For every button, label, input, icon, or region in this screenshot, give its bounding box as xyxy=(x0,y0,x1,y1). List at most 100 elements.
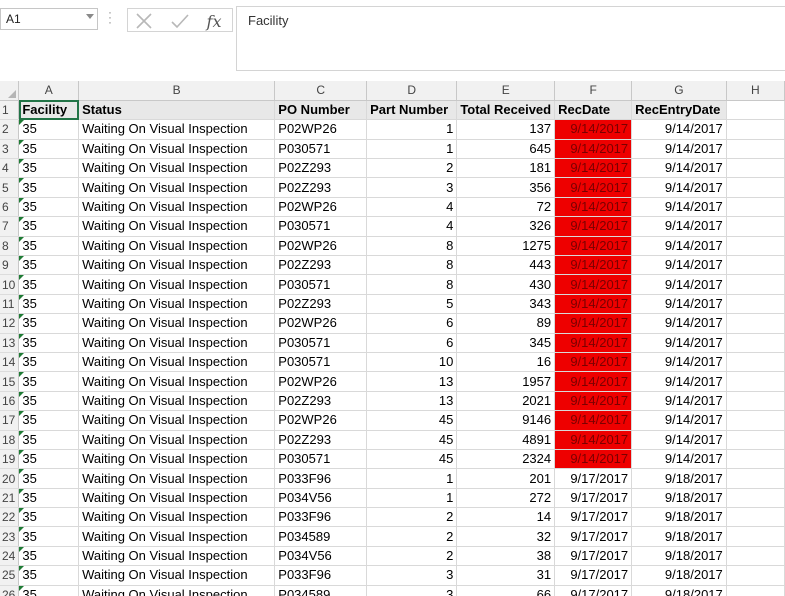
cell-part-number[interactable]: 6 xyxy=(366,333,458,353)
cell-po-number[interactable]: P030571 xyxy=(274,139,368,160)
cell-empty[interactable] xyxy=(726,371,785,392)
cell-po-number[interactable]: P02WP26 xyxy=(274,371,368,392)
cell-po-number[interactable]: P030571 xyxy=(274,449,368,470)
cell-facility[interactable]: 35 xyxy=(18,507,80,528)
cell-rec-date[interactable]: 9/14/2017 xyxy=(554,197,633,218)
cell-part-number[interactable]: 8 xyxy=(366,236,458,257)
row-header[interactable]: 21 xyxy=(0,488,20,509)
cell-empty[interactable] xyxy=(726,119,785,140)
cell-empty[interactable] xyxy=(726,585,785,596)
cell-status[interactable]: Waiting On Visual Inspection xyxy=(78,313,276,334)
cell-total-received[interactable]: 645 xyxy=(456,139,556,160)
cell-rec-date[interactable]: 9/14/2017 xyxy=(554,333,633,353)
cell-facility[interactable]: 35 xyxy=(18,352,80,373)
cell-rec-entry-date[interactable]: 9/14/2017 xyxy=(631,197,727,218)
cell-empty[interactable] xyxy=(726,177,785,198)
row-header[interactable]: 4 xyxy=(0,158,20,179)
cell-po-number[interactable]: P033F96 xyxy=(274,565,368,586)
cell-part-number[interactable]: 3 xyxy=(366,565,458,586)
cell-rec-entry-date[interactable]: 9/14/2017 xyxy=(631,333,727,353)
cell-part-number[interactable]: 8 xyxy=(366,255,458,276)
cell-empty[interactable] xyxy=(726,410,785,431)
cell-status[interactable]: Waiting On Visual Inspection xyxy=(78,468,276,489)
cell-total-received[interactable]: 4891 xyxy=(456,430,556,450)
cell-total-received[interactable]: 343 xyxy=(456,294,556,315)
row-header[interactable]: 15 xyxy=(0,371,20,392)
cell-po-number[interactable]: P02WP26 xyxy=(274,119,368,140)
cell-rec-entry-date[interactable]: 9/14/2017 xyxy=(631,352,727,373)
cell-po-number[interactable]: P030571 xyxy=(274,216,368,237)
column-header-b[interactable]: B xyxy=(78,81,276,101)
cell-facility[interactable]: 35 xyxy=(18,488,80,509)
cell-status[interactable]: Waiting On Visual Inspection xyxy=(78,430,276,450)
cell-status[interactable]: Waiting On Visual Inspection xyxy=(78,294,276,315)
cell-rec-date[interactable]: 9/14/2017 xyxy=(554,352,633,373)
cell-facility[interactable]: 35 xyxy=(18,391,80,412)
cell-status[interactable]: Waiting On Visual Inspection xyxy=(78,410,276,431)
cell-rec-date[interactable]: 9/14/2017 xyxy=(554,410,633,431)
cell-rec-entry-date[interactable]: 9/14/2017 xyxy=(631,158,727,179)
cancel-icon[interactable] xyxy=(132,11,156,31)
cell-empty[interactable] xyxy=(726,391,785,412)
cell-rec-date[interactable]: 9/14/2017 xyxy=(554,139,633,160)
cell-po-number[interactable]: P034V56 xyxy=(274,546,368,567)
cell-rec-entry-date[interactable]: 9/18/2017 xyxy=(631,526,727,547)
cell-empty[interactable] xyxy=(726,352,785,373)
cell-rec-entry-date[interactable]: 9/18/2017 xyxy=(631,488,727,509)
cell-po-number[interactable]: P030571 xyxy=(274,352,368,373)
cell-status[interactable]: Waiting On Visual Inspection xyxy=(78,255,276,276)
cell-rec-date[interactable]: 9/14/2017 xyxy=(554,391,633,412)
cell-part-number[interactable]: 3 xyxy=(366,177,458,198)
cell-facility[interactable]: 35 xyxy=(18,139,80,160)
row-header[interactable]: 5 xyxy=(0,177,20,198)
cell-facility[interactable]: 35 xyxy=(18,565,80,586)
cell-po-number[interactable]: P02WP26 xyxy=(274,197,368,218)
row-header[interactable]: 13 xyxy=(0,333,20,353)
cell-rec-entry-date[interactable]: 9/14/2017 xyxy=(631,177,727,198)
cell-part-number[interactable]: 2 xyxy=(366,507,458,528)
row-header[interactable]: 19 xyxy=(0,449,20,470)
cell-po-number[interactable]: P02WP26 xyxy=(274,236,368,257)
cell-total-received[interactable]: 181 xyxy=(456,158,556,179)
cell-total-received[interactable]: 201 xyxy=(456,468,556,489)
cell-facility[interactable]: 35 xyxy=(18,371,80,392)
cell-rec-entry-date[interactable]: 9/14/2017 xyxy=(631,430,727,450)
row-header[interactable]: 24 xyxy=(0,546,20,567)
column-header-c[interactable]: C xyxy=(274,81,368,101)
cell-total-received[interactable]: 32 xyxy=(456,526,556,547)
cell-facility[interactable]: 35 xyxy=(18,197,80,218)
cell-rec-entry-date[interactable]: 9/14/2017 xyxy=(631,236,727,257)
cell-total-received[interactable]: 345 xyxy=(456,333,556,353)
cell-status[interactable]: Waiting On Visual Inspection xyxy=(78,391,276,412)
cell-rec-date[interactable]: 9/14/2017 xyxy=(554,313,633,334)
row-header[interactable]: 2 xyxy=(0,119,20,140)
cell-total-received[interactable]: 326 xyxy=(456,216,556,237)
row-header[interactable]: 17 xyxy=(0,410,20,431)
cell-po-number[interactable]: P030571 xyxy=(274,274,368,295)
cell-status[interactable]: Waiting On Visual Inspection xyxy=(78,236,276,257)
row-header[interactable]: 8 xyxy=(0,236,20,257)
cell-total-received[interactable]: 137 xyxy=(456,119,556,140)
row-header[interactable]: 25 xyxy=(0,565,20,586)
row-header[interactable]: 14 xyxy=(0,352,20,373)
cell-rec-date[interactable]: 9/14/2017 xyxy=(554,177,633,198)
cell-po-number[interactable]: P02WP26 xyxy=(274,313,368,334)
cell-part-number[interactable]: 2 xyxy=(366,158,458,179)
cell-po-number[interactable]: P033F96 xyxy=(274,468,368,489)
cell-po-number[interactable]: P02Z293 xyxy=(274,158,368,179)
cell-empty[interactable] xyxy=(726,216,785,237)
cell-part-number[interactable]: 1 xyxy=(366,119,458,140)
cell-part-number[interactable]: 5 xyxy=(366,294,458,315)
cell-rec-date[interactable]: 9/17/2017 xyxy=(554,546,633,567)
cell-total-received[interactable]: 31 xyxy=(456,565,556,586)
drag-handle-icon[interactable]: · · · xyxy=(108,6,112,28)
select-all-button[interactable] xyxy=(0,81,20,101)
column-header-g[interactable]: G xyxy=(631,81,727,101)
row-header[interactable]: 9 xyxy=(0,255,20,276)
cell-facility[interactable]: 35 xyxy=(18,313,80,334)
cell-facility[interactable]: 35 xyxy=(18,216,80,237)
cell-b1[interactable]: Status xyxy=(78,100,276,121)
cell-empty[interactable] xyxy=(726,236,785,257)
cell-rec-entry-date[interactable]: 9/14/2017 xyxy=(631,274,727,295)
cell-rec-date[interactable]: 9/14/2017 xyxy=(554,255,633,276)
